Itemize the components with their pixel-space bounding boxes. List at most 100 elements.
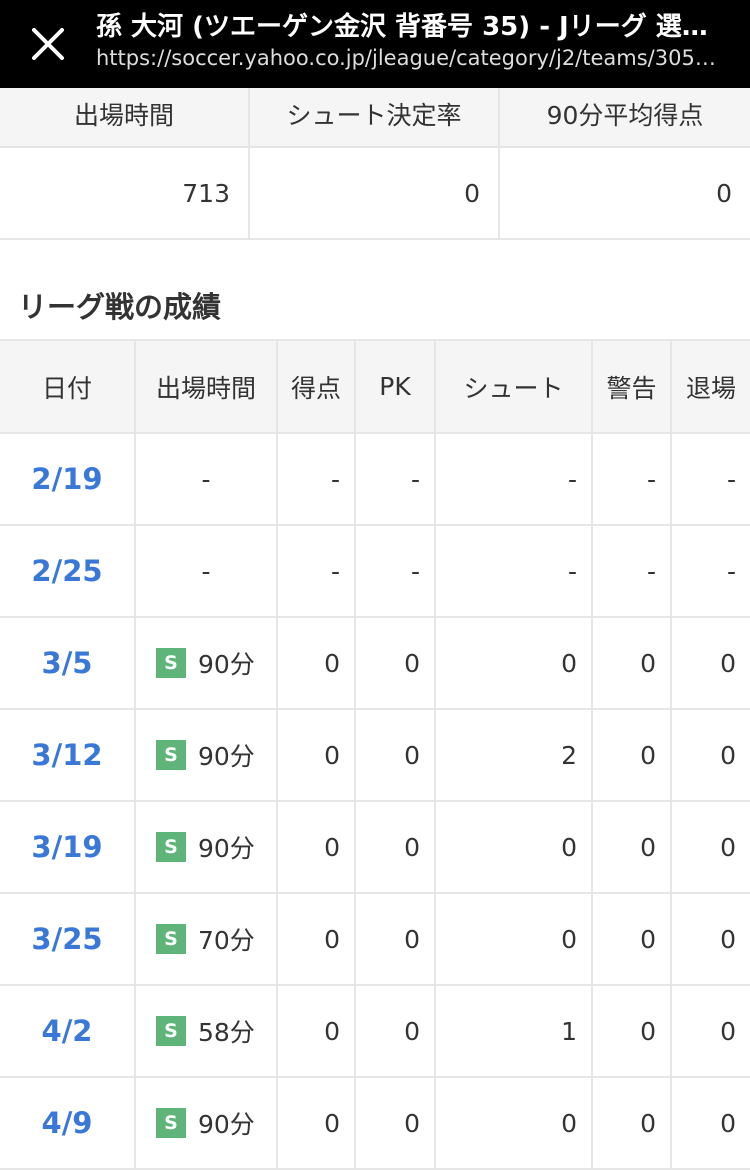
header-goals: 得点 [278, 341, 356, 432]
starter-badge: S [156, 924, 186, 954]
playtime-cell: S 90分 [136, 618, 278, 708]
date-cell: 2/25 [0, 526, 136, 616]
header-pk: PK [356, 341, 436, 432]
playtime-value: 90分 [198, 742, 255, 771]
table-row: 2/25- - - - - - [0, 526, 750, 618]
starter-badge: S [156, 832, 186, 862]
playtime-value: 90分 [198, 650, 255, 679]
shots-cell: 1 [436, 986, 593, 1076]
pk-cell: 0 [356, 986, 436, 1076]
goals-cell: - [278, 434, 356, 524]
match-date-link[interactable]: 2/25 [31, 554, 102, 588]
playtime-cell: S 58分 [136, 986, 278, 1076]
pk-cell: 0 [356, 710, 436, 800]
match-date-link[interactable]: 4/2 [42, 1014, 93, 1048]
table-row: 3/5 S 90分 0 0 0 0 0 [0, 618, 750, 710]
match-date-link[interactable]: 3/19 [31, 830, 102, 864]
goals-cell: 0 [278, 986, 356, 1076]
yellow-cell: 0 [593, 802, 672, 892]
date-cell: 3/19 [0, 802, 136, 892]
yellow-cell: - [593, 434, 672, 524]
starter-badge: S [156, 1016, 186, 1046]
playtime-cell: - [136, 434, 278, 524]
date-cell: 2/19 [0, 434, 136, 524]
stats-value-row: 713 0 0 [0, 148, 750, 240]
header-yellow: 警告 [593, 341, 672, 432]
date-cell: 4/2 [0, 986, 136, 1076]
playtime-value: 90分 [198, 834, 255, 863]
match-date-link[interactable]: 2/19 [31, 462, 102, 496]
shots-cell: 0 [436, 802, 593, 892]
pk-cell: - [356, 434, 436, 524]
shots-cell: 0 [436, 1078, 593, 1168]
table-row: 3/19 S 90分 0 0 0 0 0 [0, 802, 750, 894]
table-row: 4/2 S 58分 0 0 1 0 0 [0, 986, 750, 1078]
goals-cell: 0 [278, 894, 356, 984]
yellow-cell: 0 [593, 1078, 672, 1168]
date-cell: 3/12 [0, 710, 136, 800]
league-rows: 2/19- - - - - -2/25- - - - - -3/5 S 90分 0 0 0 0 0 3/12 S 90分… [0, 434, 750, 1170]
playtime-value: 90分 [198, 1110, 255, 1139]
pk-cell: 0 [356, 1078, 436, 1168]
pk-cell: 0 [356, 618, 436, 708]
header-red: 退場 [685, 373, 736, 403]
red-cell: 0 [720, 1016, 736, 1046]
starter-badge: S [156, 1108, 186, 1138]
pk-cell: 0 [356, 894, 436, 984]
shots-cell: 0 [436, 618, 593, 708]
red-cell: 0 [720, 648, 736, 678]
stats-header-playtime: 出場時間 [0, 88, 250, 146]
playtime-value: - [201, 464, 211, 494]
table-row: 3/25 S 70分 0 0 0 0 0 [0, 894, 750, 986]
playtime-cell: S 70分 [136, 894, 278, 984]
page-url: https://soccer.yahoo.co.jp/jleague/categ… [96, 46, 716, 70]
playtime-value: - [201, 556, 211, 586]
playtime-value: 70分 [198, 926, 255, 955]
date-cell: 4/9 [0, 1078, 136, 1168]
stats-header-avg-goals: 90分平均得点 [546, 101, 704, 130]
stats-value-playtime: 713 [0, 148, 250, 238]
stats-table: 出場時間 シュート決定率 90分平均得点 713 0 0 [0, 88, 750, 240]
stats-header-row: 出場時間 シュート決定率 90分平均得点 [0, 88, 750, 148]
close-icon [32, 28, 64, 60]
match-date-link[interactable]: 3/5 [42, 646, 93, 680]
yellow-cell: 0 [593, 618, 672, 708]
table-row: 4/9 S 90分 0 0 0 0 0 [0, 1078, 750, 1170]
table-row: 3/12 S 90分 0 0 2 0 0 [0, 710, 750, 802]
shots-cell: 0 [436, 894, 593, 984]
red-cell: 0 [720, 1108, 736, 1138]
yellow-cell: - [593, 526, 672, 616]
match-date-link[interactable]: 4/9 [42, 1106, 93, 1140]
header-shots: シュート [436, 341, 593, 432]
red-cell: - [726, 464, 736, 494]
starter-badge: S [156, 740, 186, 770]
shots-cell: 2 [436, 710, 593, 800]
close-button[interactable] [30, 26, 66, 62]
header-playtime: 出場時間 [136, 341, 278, 432]
shots-cell: - [436, 526, 593, 616]
league-table: 日付 出場時間 得点 PK シュート 警告 退場 2/19- - - - - -2/25-… [0, 339, 750, 1170]
date-cell: 3/25 [0, 894, 136, 984]
goals-cell: 0 [278, 1078, 356, 1168]
yellow-cell: 0 [593, 710, 672, 800]
match-date-link[interactable]: 3/25 [31, 922, 102, 956]
playtime-cell: S 90分 [136, 710, 278, 800]
playtime-cell: S 90分 [136, 1078, 278, 1168]
page-title: 孫 大河 (ツエーゲン金沢 背番号 35) - Jリーグ 選手名鑑 [96, 12, 716, 42]
league-header-row: 日付 出場時間 得点 PK シュート 警告 退場 [0, 341, 750, 434]
goals-cell: 0 [278, 618, 356, 708]
match-date-link[interactable]: 3/12 [31, 738, 102, 772]
goals-cell: 0 [278, 802, 356, 892]
playtime-cell: - [136, 526, 278, 616]
starter-badge: S [156, 648, 186, 678]
pk-cell: 0 [356, 802, 436, 892]
red-cell: 0 [720, 832, 736, 862]
stats-header-shot-rate: シュート決定率 [250, 88, 500, 146]
yellow-cell: 0 [593, 986, 672, 1076]
playtime-value: 58分 [198, 1018, 255, 1047]
goals-cell: 0 [278, 710, 356, 800]
red-cell: - [726, 556, 736, 586]
header-date: 日付 [0, 341, 136, 432]
red-cell: 0 [720, 740, 736, 770]
playtime-cell: S 90分 [136, 802, 278, 892]
